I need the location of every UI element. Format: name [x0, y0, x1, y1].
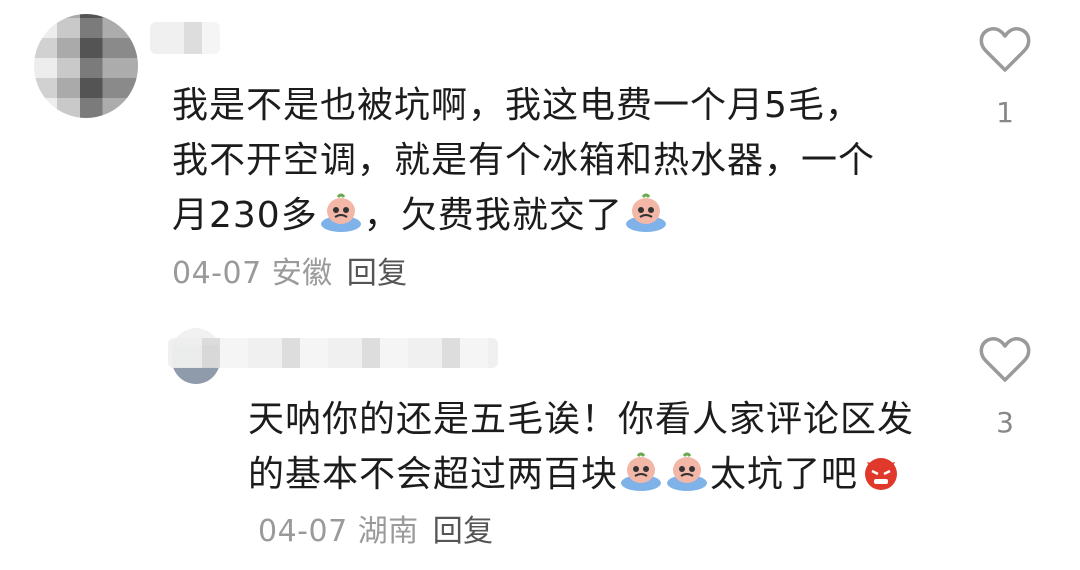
avatar[interactable]	[34, 14, 138, 118]
comment-location: 湖南	[357, 514, 419, 549]
crying-sticker-emoji	[320, 193, 361, 232]
heart-icon	[979, 27, 1031, 72]
comment-meta: 04-07 安徽 回复	[172, 248, 408, 292]
username-blurred[interactable]	[150, 22, 220, 54]
crying-sticker-emoji	[621, 452, 662, 491]
comment-meta: 04-07 湖南 回复	[258, 514, 494, 549]
comment-location: 安徽	[271, 256, 333, 291]
comment-text-part: 太坑了吧	[710, 454, 859, 495]
comment-item: 我是不是也被坑啊，我这电费一个月5毛，我不开空调，就是有个冰箱和热水器，一个月2…	[0, 0, 1080, 300]
like-count: 1	[996, 96, 1014, 129]
crying-sticker-emoji	[667, 452, 708, 491]
like-button[interactable]: 3	[975, 336, 1035, 439]
comment-text-part: ，欠费我就交了	[363, 195, 623, 236]
angry-devil-emoji	[865, 458, 898, 490]
comment-date: 04-07	[258, 514, 348, 549]
comment-text: 我是不是也被坑啊，我这电费一个月5毛，我不开空调，就是有个冰箱和热水器，一个月2…	[172, 78, 892, 243]
heart-icon	[979, 337, 1031, 382]
reply-button[interactable]: 回复	[347, 256, 408, 291]
username-blurred[interactable]	[168, 338, 498, 368]
comment-date: 04-07	[172, 256, 262, 291]
crying-sticker-emoji	[625, 193, 666, 232]
reply-button[interactable]: 回复	[433, 514, 494, 549]
like-count: 3	[996, 406, 1014, 439]
like-button[interactable]: 1	[975, 26, 1035, 129]
comment-text: 天呐你的还是五毛诶！你看人家评论区发的基本不会超过两百块 太坑了吧04-07 湖南回…	[248, 392, 928, 559]
